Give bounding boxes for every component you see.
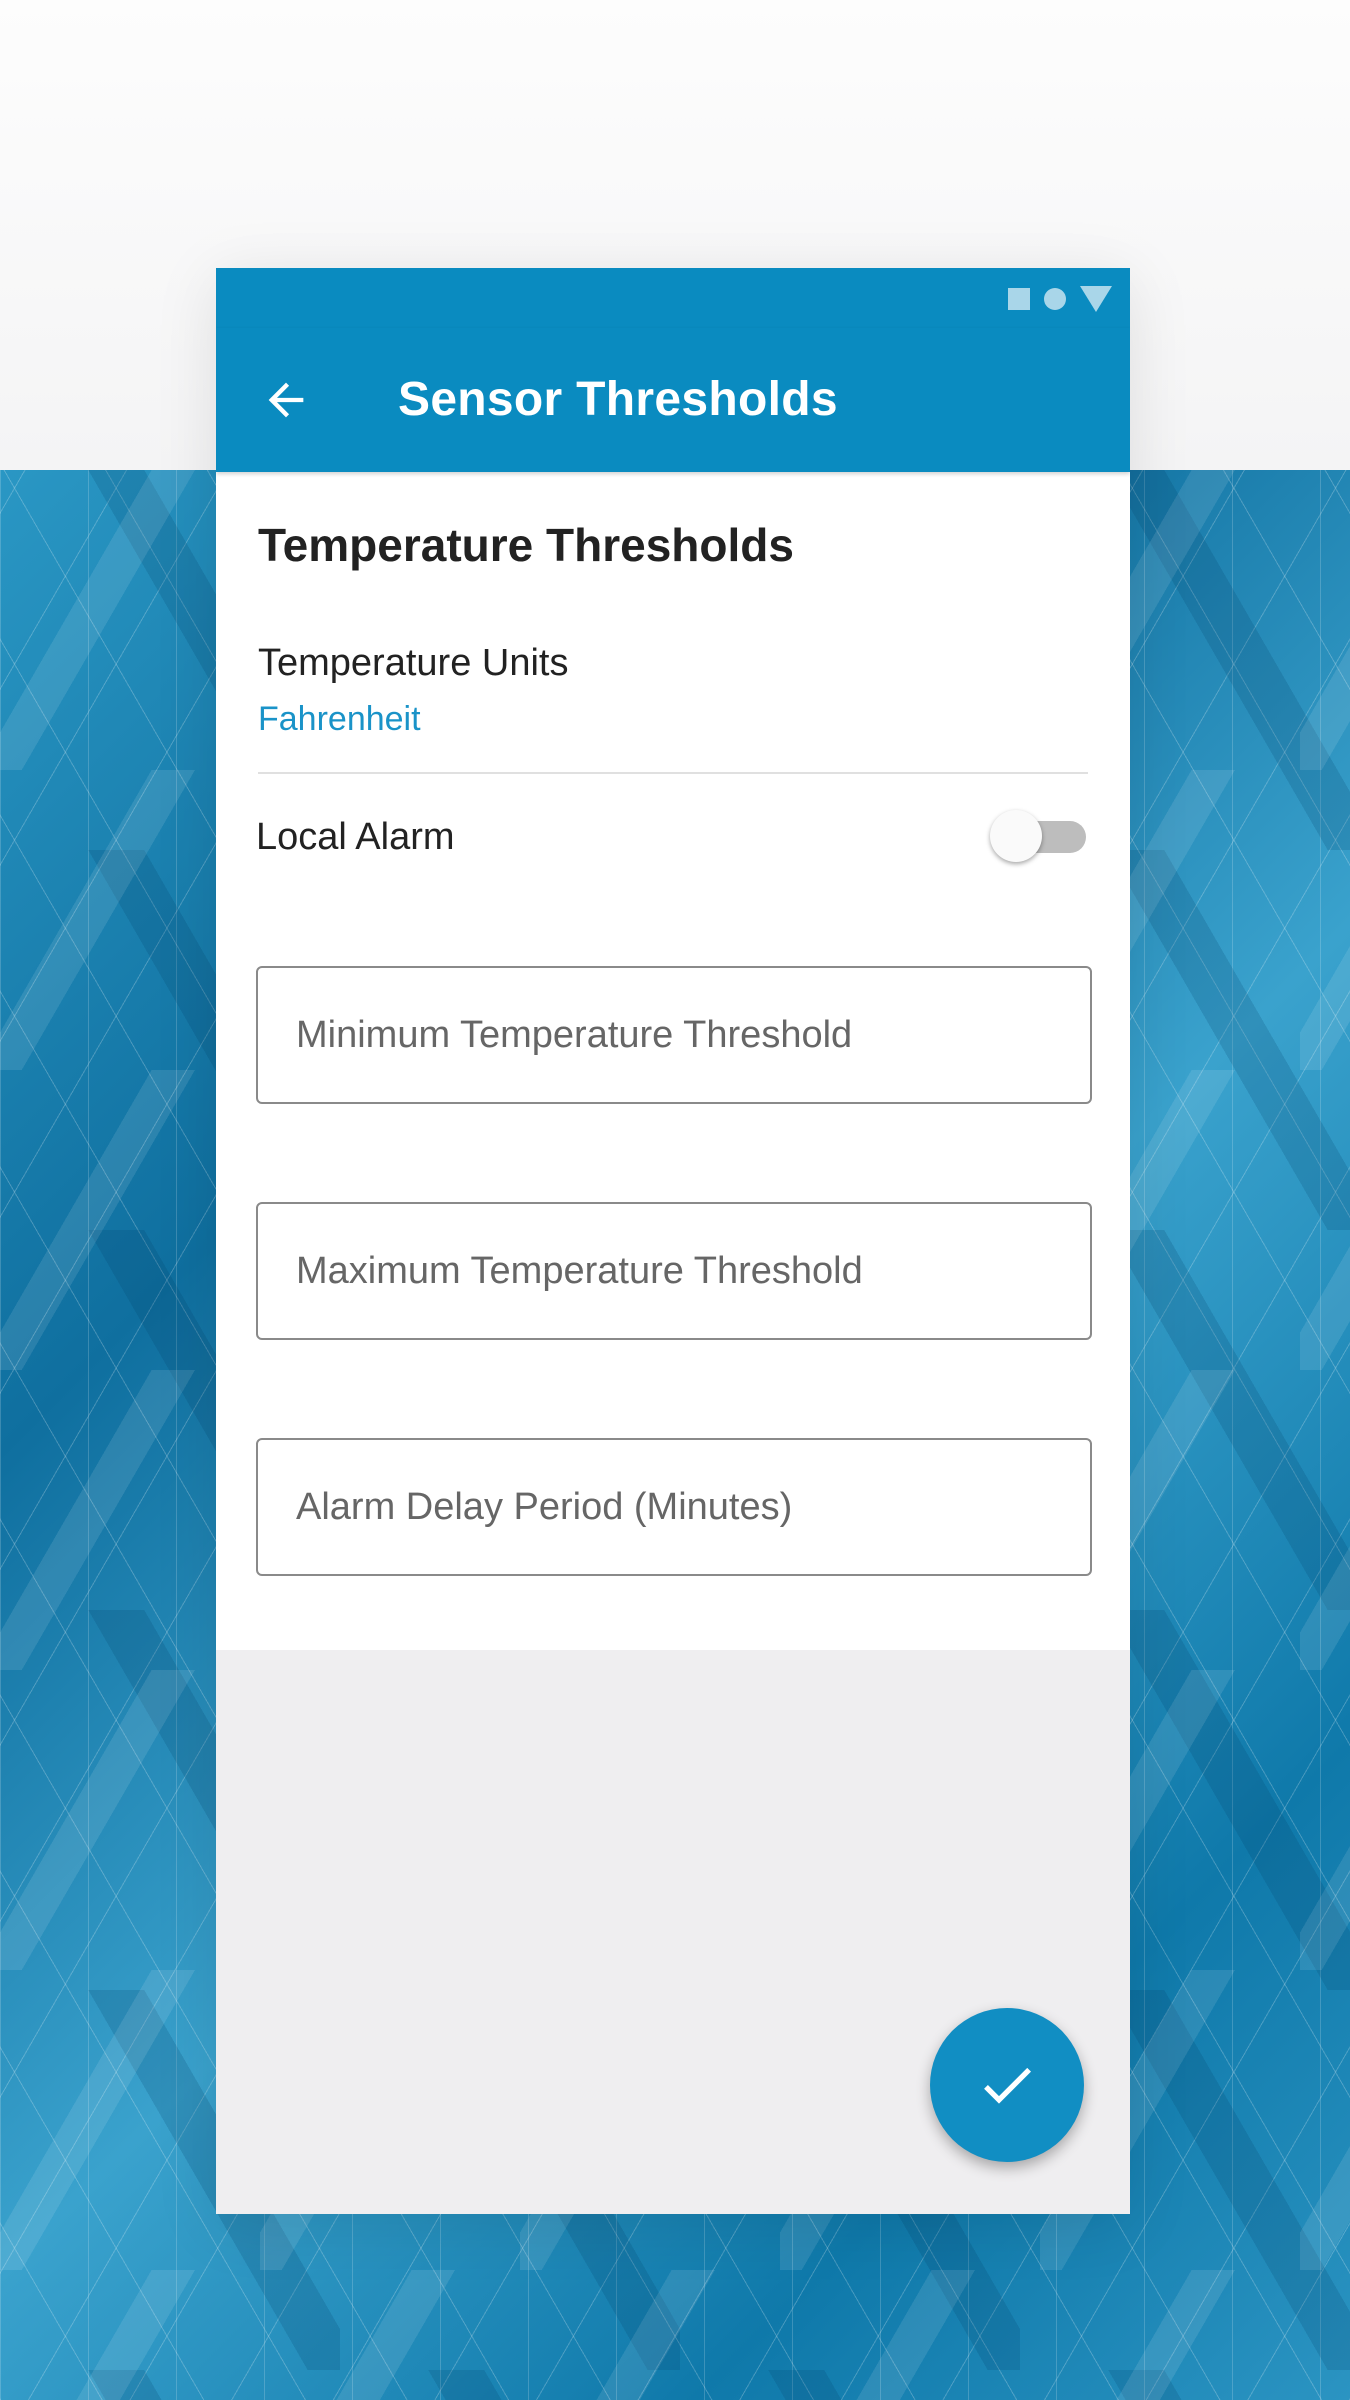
settings-card: Temperature Thresholds Temperature Units…: [216, 472, 1130, 1650]
temperature-units-label: Temperature Units: [258, 642, 569, 684]
arrow-back-icon: [268, 382, 304, 418]
local-alarm-toggle[interactable]: [990, 810, 1086, 862]
local-alarm-setting: Local Alarm: [256, 802, 1086, 872]
triangle-icon: [1080, 286, 1112, 312]
temperature-units-value: Fahrenheit: [258, 700, 421, 738]
temperature-units-setting[interactable]: Temperature Units Fahrenheit: [258, 642, 1088, 774]
check-icon: [984, 2067, 1031, 2104]
back-button[interactable]: [260, 374, 312, 426]
status-icons: [1008, 286, 1112, 312]
page-title: Sensor Thresholds: [398, 373, 838, 426]
maximum-temperature-input[interactable]: [296, 1204, 1056, 1338]
minimum-temperature-field[interactable]: [256, 966, 1092, 1104]
toggle-thumb: [990, 810, 1042, 862]
local-alarm-label: Local Alarm: [256, 816, 455, 858]
app-bar: Sensor Thresholds: [216, 328, 1130, 472]
phone-screen: Sensor Thresholds Temperature Thresholds…: [216, 268, 1130, 2214]
minimum-temperature-input[interactable]: [296, 968, 1056, 1102]
section-title: Temperature Thresholds: [258, 519, 794, 571]
circle-icon: [1044, 288, 1066, 310]
maximum-temperature-field[interactable]: [256, 1202, 1092, 1340]
alarm-delay-field[interactable]: [256, 1438, 1092, 1576]
square-icon: [1008, 288, 1030, 310]
alarm-delay-input[interactable]: [296, 1440, 1056, 1574]
save-fab-button[interactable]: [930, 2008, 1084, 2162]
status-bar: [216, 268, 1130, 328]
